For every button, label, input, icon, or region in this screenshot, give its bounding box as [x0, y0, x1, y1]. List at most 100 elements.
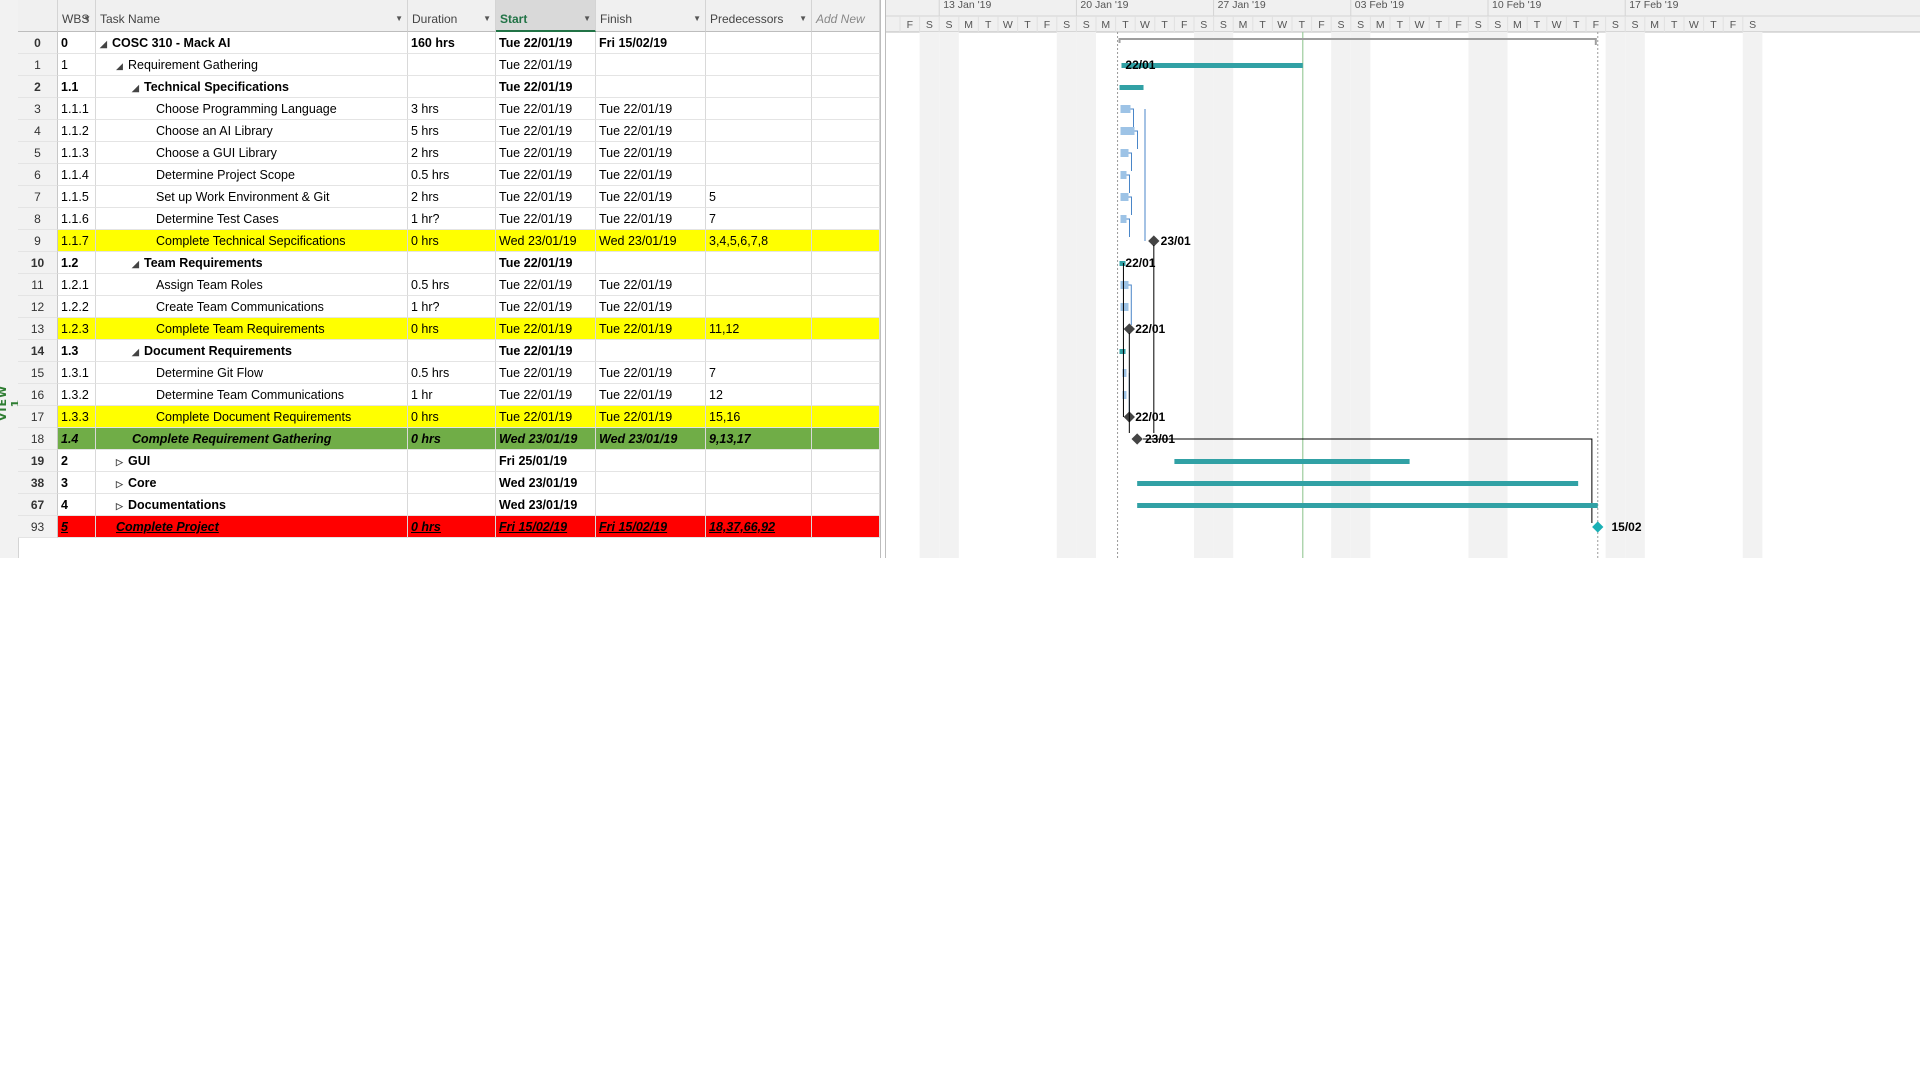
task-row[interactable]: 15 1.3.1 Determine Git Flow 0.5 hrs Tue 22/0…: [18, 362, 880, 384]
cell-add-new[interactable]: [812, 120, 880, 142]
cell-start[interactable]: Tue 22/01/19: [496, 274, 596, 296]
cell-predecessors[interactable]: 18,37,66,92: [706, 516, 812, 538]
cell-add-new[interactable]: [812, 186, 880, 208]
column-header-start[interactable]: Start ▼: [496, 0, 596, 32]
cell-predecessors[interactable]: [706, 76, 812, 98]
cell-duration[interactable]: [408, 252, 496, 274]
row-id[interactable]: 0: [18, 32, 58, 54]
cell-wbs[interactable]: 4: [58, 494, 96, 516]
cell-task-name[interactable]: Choose an AI Library: [96, 120, 408, 142]
column-header-duration[interactable]: Duration ▼: [408, 0, 496, 32]
cell-task-name[interactable]: ◢ COSC 310 - Mack AI: [96, 32, 408, 54]
cell-wbs[interactable]: 1.1.5: [58, 186, 96, 208]
cell-add-new[interactable]: [812, 384, 880, 406]
cell-wbs[interactable]: 1.1.3: [58, 142, 96, 164]
cell-finish[interactable]: Wed 23/01/19: [596, 230, 706, 252]
row-id[interactable]: 13: [18, 318, 58, 340]
cell-predecessors[interactable]: [706, 472, 812, 494]
cell-finish[interactable]: [596, 472, 706, 494]
task-row[interactable]: 3 1.1.1 Choose Programming Language 3 hrs Tu…: [18, 98, 880, 120]
cell-task-name[interactable]: ◢ Technical Specifications: [96, 76, 408, 98]
row-id[interactable]: 5: [18, 142, 58, 164]
cell-finish[interactable]: Tue 22/01/19: [596, 98, 706, 120]
task-row[interactable]: 9 1.1.7 Complete Technical Sepcifications 0…: [18, 230, 880, 252]
row-id[interactable]: 6: [18, 164, 58, 186]
row-id[interactable]: 10: [18, 252, 58, 274]
cell-start[interactable]: Fri 25/01/19: [496, 450, 596, 472]
gantt-chart[interactable]: FSSMTWTFSSMTWTFSSMTWTFSSMTWTFSSMTWTFSSMT…: [886, 0, 1920, 558]
cell-task-name[interactable]: ◢ Document Requirements: [96, 340, 408, 362]
cell-start[interactable]: Tue 22/01/19: [496, 142, 596, 164]
cell-wbs[interactable]: 1: [58, 54, 96, 76]
task-row[interactable]: 0 0 ◢ COSC 310 - Mack AI 160 hrs Tue 22/01/19…: [18, 32, 880, 54]
task-row[interactable]: 93 5 Complete Project 0 hrs Fri 15/02/19 Fri …: [18, 516, 880, 538]
cell-finish[interactable]: Tue 22/01/19: [596, 164, 706, 186]
cell-start[interactable]: Tue 22/01/19: [496, 296, 596, 318]
cell-predecessors[interactable]: [706, 252, 812, 274]
cell-wbs[interactable]: 1.1.1: [58, 98, 96, 120]
row-id[interactable]: 3: [18, 98, 58, 120]
cell-add-new[interactable]: [812, 318, 880, 340]
cell-duration[interactable]: 1 hr: [408, 384, 496, 406]
cell-wbs[interactable]: 1.1.7: [58, 230, 96, 252]
cell-predecessors[interactable]: [706, 164, 812, 186]
cell-start[interactable]: Tue 22/01/19: [496, 54, 596, 76]
cell-duration[interactable]: [408, 54, 496, 76]
task-row[interactable]: 10 1.2 ◢ Team Requirements Tue 22/01/19: [18, 252, 880, 274]
cell-finish[interactable]: Tue 22/01/19: [596, 208, 706, 230]
cell-predecessors[interactable]: [706, 54, 812, 76]
cell-predecessors[interactable]: 7: [706, 208, 812, 230]
cell-finish[interactable]: Tue 22/01/19: [596, 362, 706, 384]
row-id[interactable]: 9: [18, 230, 58, 252]
cell-wbs[interactable]: 1.1: [58, 76, 96, 98]
column-header-wbs[interactable]: WBS ▼: [58, 0, 96, 32]
task-row[interactable]: 6 1.1.4 Determine Project Scope 0.5 hrs Tue …: [18, 164, 880, 186]
cell-duration[interactable]: [408, 340, 496, 362]
cell-duration[interactable]: [408, 450, 496, 472]
cell-finish[interactable]: [596, 450, 706, 472]
cell-wbs[interactable]: 1.1.4: [58, 164, 96, 186]
cell-duration[interactable]: 0 hrs: [408, 406, 496, 428]
cell-predecessors[interactable]: 5: [706, 186, 812, 208]
cell-start[interactable]: Tue 22/01/19: [496, 164, 596, 186]
cell-task-name[interactable]: ◢ Team Requirements: [96, 252, 408, 274]
row-id[interactable]: 93: [18, 516, 58, 538]
select-all-corner[interactable]: [18, 0, 58, 32]
cell-start[interactable]: Tue 22/01/19: [496, 384, 596, 406]
cell-finish[interactable]: Tue 22/01/19: [596, 186, 706, 208]
cell-wbs[interactable]: 1.2.1: [58, 274, 96, 296]
cell-duration[interactable]: 2 hrs: [408, 142, 496, 164]
cell-predecessors[interactable]: [706, 494, 812, 516]
column-header-add-new[interactable]: Add New: [812, 0, 880, 32]
task-row[interactable]: 16 1.3.2 Determine Team Communications 1 hr…: [18, 384, 880, 406]
cell-wbs[interactable]: 1.3.2: [58, 384, 96, 406]
cell-start[interactable]: Wed 23/01/19: [496, 428, 596, 450]
task-row[interactable]: 67 4 ▷ Documentations Wed 23/01/19: [18, 494, 880, 516]
cell-add-new[interactable]: [812, 516, 880, 538]
task-row[interactable]: 8 1.1.6 Determine Test Cases 1 hr? Tue 22/01…: [18, 208, 880, 230]
cell-task-name[interactable]: Complete Requirement Gathering: [96, 428, 408, 450]
cell-task-name[interactable]: Assign Team Roles: [96, 274, 408, 296]
cell-finish[interactable]: [596, 494, 706, 516]
cell-duration[interactable]: [408, 494, 496, 516]
cell-start[interactable]: Tue 22/01/19: [496, 362, 596, 384]
cell-duration[interactable]: [408, 76, 496, 98]
cell-wbs[interactable]: 1.1.2: [58, 120, 96, 142]
cell-wbs[interactable]: 1.2: [58, 252, 96, 274]
cell-wbs[interactable]: 1.3.3: [58, 406, 96, 428]
cell-start[interactable]: Wed 23/01/19: [496, 472, 596, 494]
cell-finish[interactable]: Tue 22/01/19: [596, 296, 706, 318]
collapse-icon[interactable]: ◢: [132, 347, 144, 358]
cell-duration[interactable]: 160 hrs: [408, 32, 496, 54]
cell-wbs[interactable]: 0: [58, 32, 96, 54]
task-row[interactable]: 2 1.1 ◢ Technical Specifications Tue 22/01/1…: [18, 76, 880, 98]
task-row[interactable]: 18 1.4 Complete Requirement Gathering 0 hrs…: [18, 428, 880, 450]
cell-add-new[interactable]: [812, 98, 880, 120]
cell-finish[interactable]: Tue 22/01/19: [596, 406, 706, 428]
cell-predecessors[interactable]: [706, 296, 812, 318]
cell-predecessors[interactable]: 3,4,5,6,7,8: [706, 230, 812, 252]
cell-finish[interactable]: [596, 54, 706, 76]
cell-duration[interactable]: 0.5 hrs: [408, 164, 496, 186]
cell-finish[interactable]: [596, 76, 706, 98]
task-row[interactable]: 7 1.1.5 Set up Work Environment & Git 2 hrs…: [18, 186, 880, 208]
